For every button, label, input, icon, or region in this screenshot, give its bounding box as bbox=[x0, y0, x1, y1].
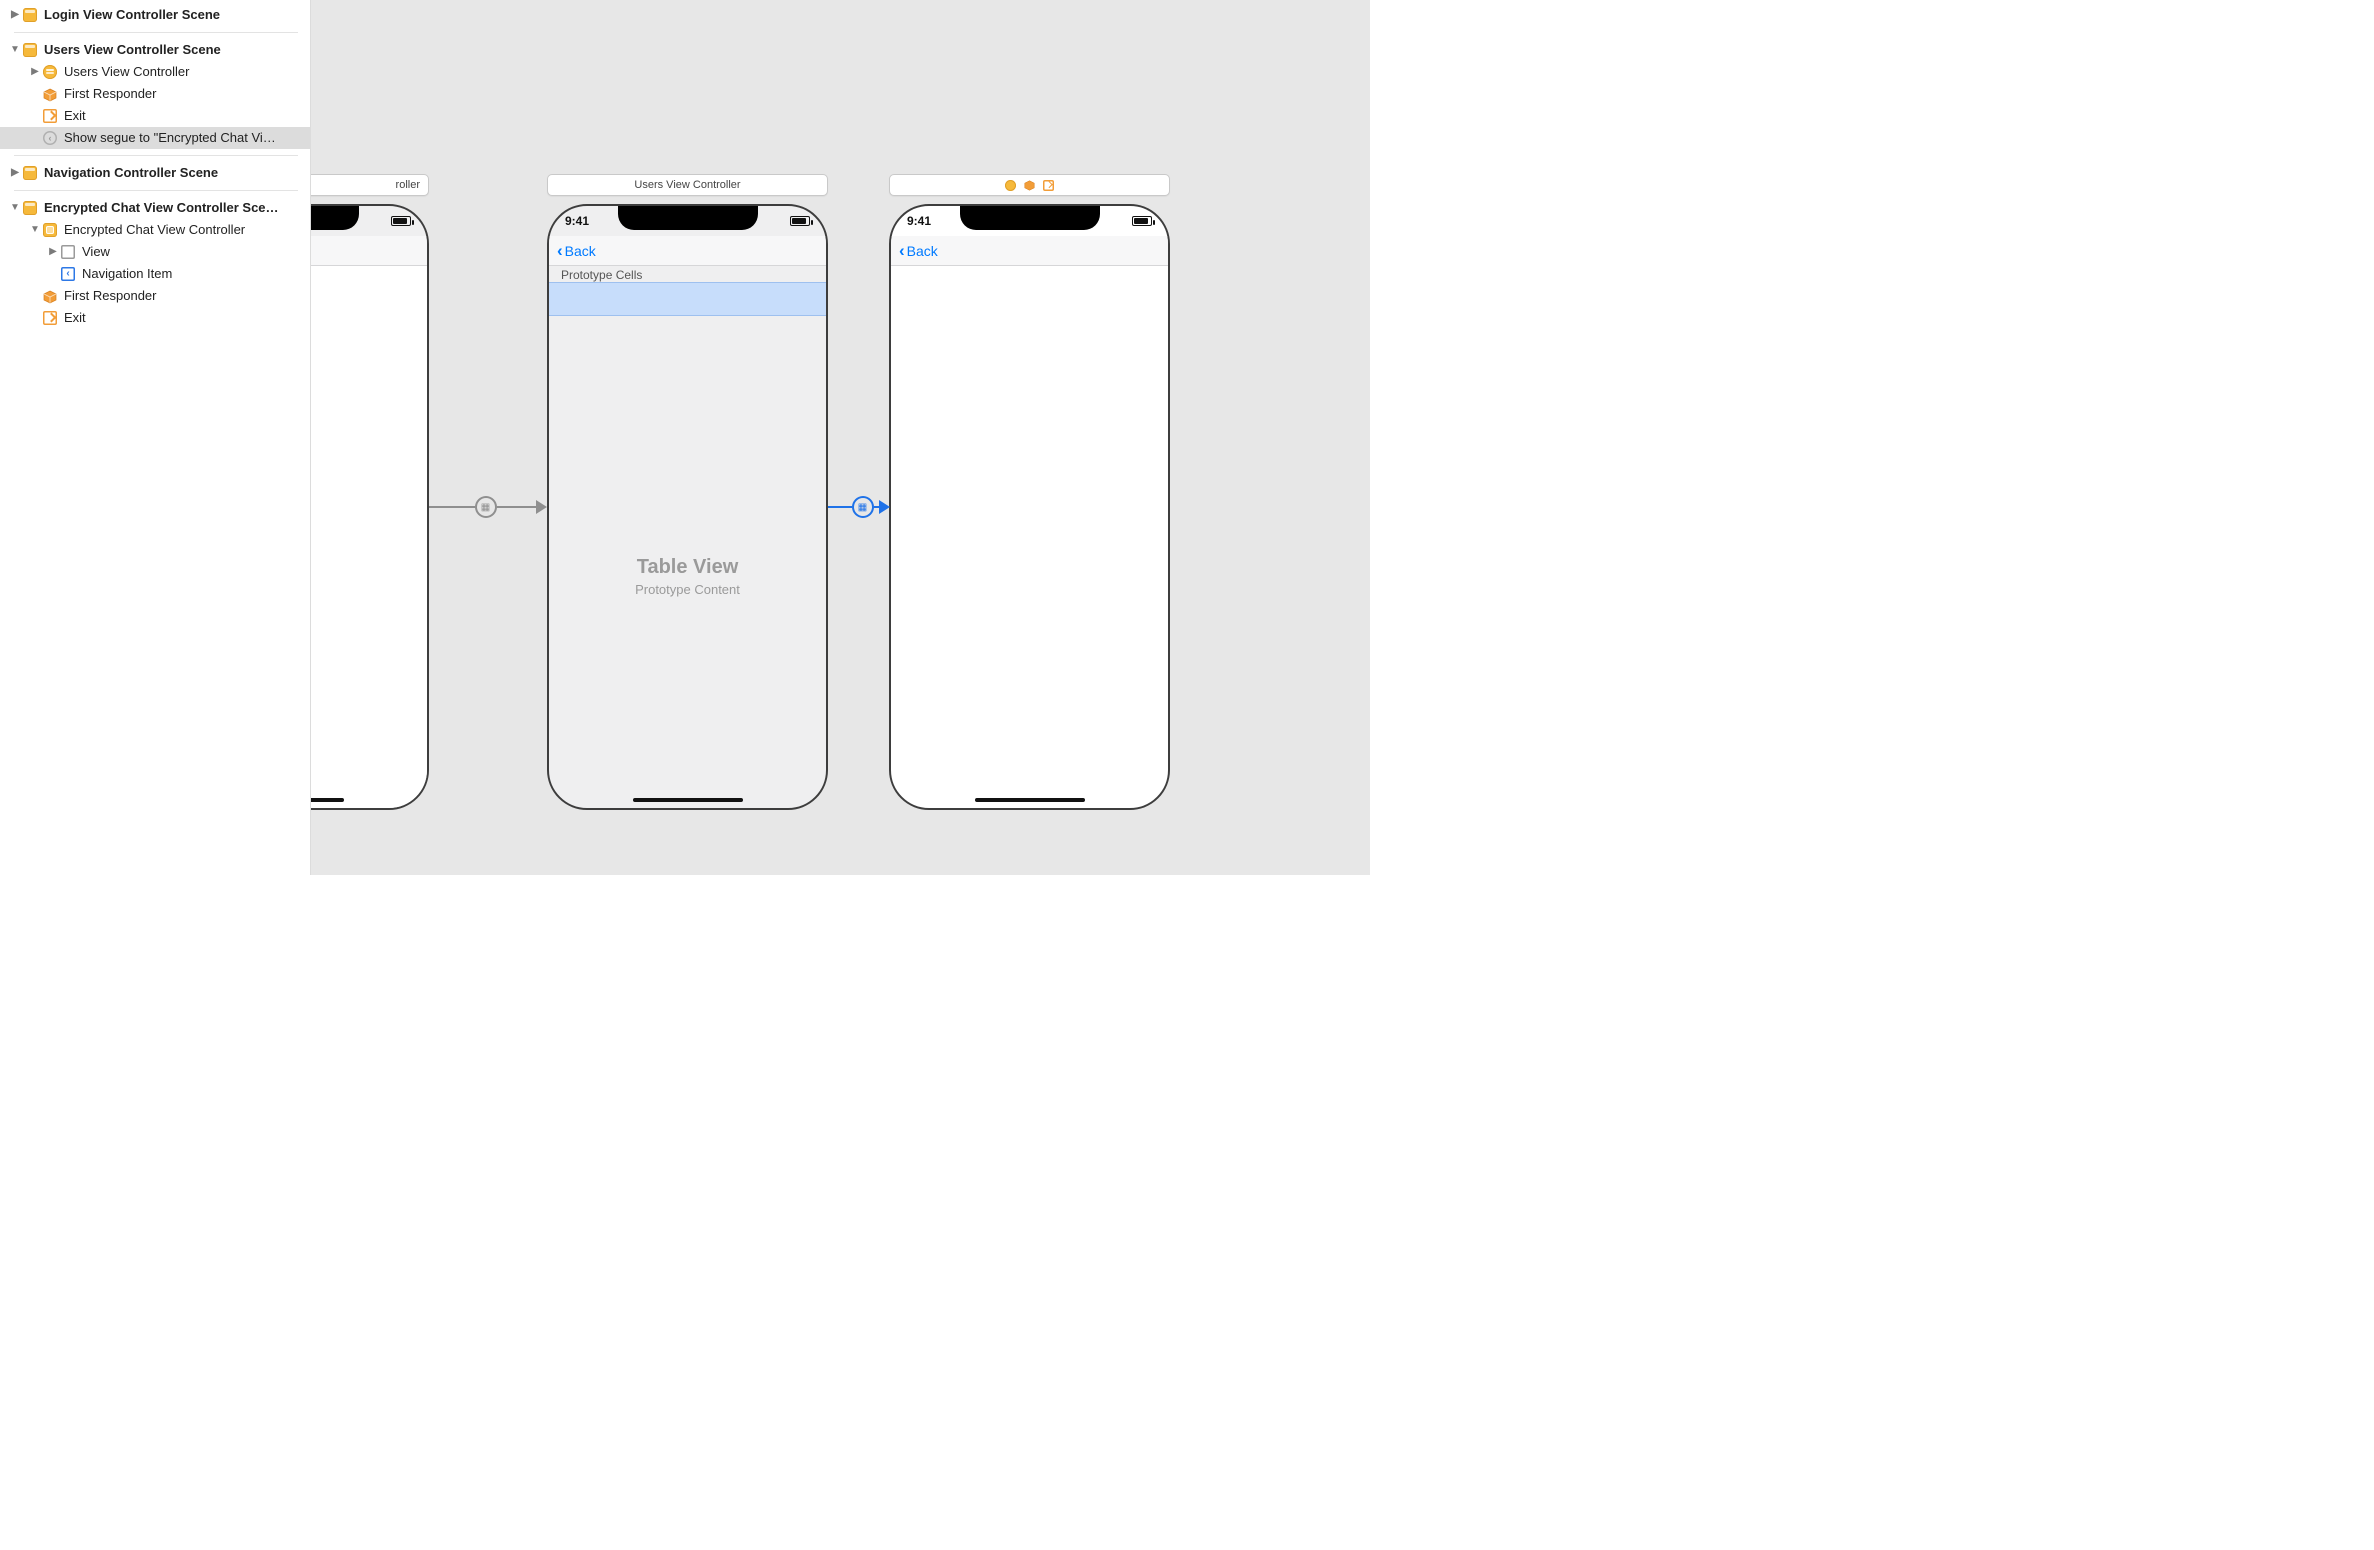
scene-users[interactable]: ▼ Users View Controller Scene bbox=[0, 39, 310, 61]
outline-label: View bbox=[82, 241, 304, 263]
disclosure-triangle-icon[interactable]: ▶ bbox=[28, 61, 42, 83]
scene-titlebar-encrypted[interactable] bbox=[889, 174, 1170, 196]
outline-encrypted-vc[interactable]: ▼ Encrypted Chat View Controller bbox=[0, 219, 310, 241]
battery-icon bbox=[790, 216, 810, 226]
disclosure-triangle-icon[interactable]: ▼ bbox=[28, 219, 42, 241]
outline-exit-2[interactable]: ▶ Exit bbox=[0, 307, 310, 329]
storyboard-scene-icon bbox=[22, 165, 38, 181]
disclosure-triangle-icon[interactable]: ▶ bbox=[8, 4, 22, 26]
device-notch bbox=[618, 206, 758, 230]
outline-label: Navigation Item bbox=[82, 263, 304, 285]
back-button-label[interactable]: Back bbox=[907, 243, 938, 259]
prototype-cell[interactable] bbox=[547, 282, 828, 316]
scene-titlebar-login[interactable]: roller bbox=[311, 174, 429, 196]
battery-icon bbox=[1132, 216, 1152, 226]
document-outline[interactable]: ▶ Login View Controller Scene ▼ Users Vi… bbox=[0, 0, 311, 875]
device-notch bbox=[311, 206, 359, 230]
first-responder-icon bbox=[42, 288, 58, 304]
scene-label: Encrypted Chat View Controller Sce… bbox=[44, 197, 304, 219]
content-area bbox=[311, 266, 427, 808]
storyboard-scene-icon bbox=[22, 200, 38, 216]
outline-first-responder[interactable]: ▶ First Responder bbox=[0, 83, 310, 105]
view-icon bbox=[60, 244, 76, 260]
status-time: 9:41 bbox=[907, 214, 931, 228]
segue-users-to-encrypted[interactable]: ▦ bbox=[828, 495, 890, 519]
storyboard-scene-icon bbox=[22, 7, 38, 23]
outline-label: Encrypted Chat View Controller bbox=[64, 219, 304, 241]
tableview-subtitle: Prototype Content bbox=[549, 582, 826, 597]
phone-login[interactable]: 9:41 bbox=[311, 204, 429, 810]
scene-titlebar-users[interactable]: Users View Controller bbox=[547, 174, 828, 196]
separator bbox=[14, 190, 298, 191]
phone-encrypted-chat[interactable]: 9:41 ‹ Back bbox=[889, 204, 1170, 810]
scene-title-text: Users View Controller bbox=[634, 179, 740, 191]
scene-encrypted-chat[interactable]: ▼ Encrypted Chat View Controller Sce… bbox=[0, 197, 310, 219]
scene-label: Navigation Controller Scene bbox=[44, 162, 304, 184]
outline-label: Users View Controller bbox=[64, 61, 304, 83]
outline-label: Exit bbox=[64, 307, 304, 329]
navigation-bar[interactable]: ‹ Back bbox=[549, 236, 826, 266]
storyboard-canvas[interactable]: roller Users View Controller 9:41 9:41 ‹… bbox=[311, 0, 1370, 875]
battery-icon bbox=[391, 216, 411, 226]
separator bbox=[14, 32, 298, 33]
disclosure-triangle-icon[interactable]: ▶ bbox=[8, 162, 22, 184]
outline-label: First Responder bbox=[64, 83, 304, 105]
outline-label: Exit bbox=[64, 105, 304, 127]
scene-title-text: roller bbox=[396, 179, 420, 191]
navigation-item-icon: ‹ bbox=[60, 266, 76, 282]
back-chevron-icon[interactable]: ‹ bbox=[899, 242, 905, 259]
prototype-cells-label: Prototype Cells bbox=[561, 268, 642, 282]
viewcontroller-icon bbox=[42, 64, 58, 80]
segue-login-to-users[interactable]: ▦ bbox=[429, 495, 547, 519]
navigation-bar bbox=[311, 236, 427, 266]
phone-users[interactable]: 9:41 ‹ Back Prototype Cells Table View P… bbox=[547, 204, 828, 810]
outline-label: Show segue to "Encrypted Chat Vi… bbox=[64, 127, 304, 149]
scene-login[interactable]: ▶ Login View Controller Scene bbox=[0, 4, 310, 26]
home-indicator bbox=[975, 798, 1085, 802]
scene-label: Login View Controller Scene bbox=[44, 4, 304, 26]
disclosure-triangle-icon[interactable]: ▼ bbox=[8, 197, 22, 219]
disclosure-triangle-icon[interactable]: ▼ bbox=[8, 39, 22, 61]
segue-kind-icon: ▦ bbox=[852, 496, 874, 518]
outline-exit[interactable]: ▶ Exit bbox=[0, 105, 310, 127]
navigation-bar[interactable]: ‹ Back bbox=[891, 236, 1168, 266]
viewcontroller-icon[interactable] bbox=[1005, 180, 1016, 191]
device-notch bbox=[960, 206, 1100, 230]
outline-segue[interactable]: ▶ ‹ Show segue to "Encrypted Chat Vi… bbox=[0, 127, 310, 149]
home-indicator bbox=[633, 798, 743, 802]
storyboard-scene-icon bbox=[22, 42, 38, 58]
tableview-title: Table View bbox=[549, 556, 826, 579]
segue-kind-icon: ▦ bbox=[475, 496, 497, 518]
scene-navigation[interactable]: ▶ Navigation Controller Scene bbox=[0, 162, 310, 184]
viewcontroller-icon bbox=[42, 222, 58, 238]
home-indicator bbox=[311, 798, 344, 802]
disclosure-triangle-icon[interactable]: ▶ bbox=[46, 241, 60, 263]
separator bbox=[14, 155, 298, 156]
exit-icon bbox=[42, 310, 58, 326]
outline-users-vc[interactable]: ▶ Users View Controller bbox=[0, 61, 310, 83]
scene-selection-icons bbox=[1005, 180, 1054, 191]
outline-navigation-item[interactable]: ▶ ‹ Navigation Item bbox=[0, 263, 310, 285]
exit-icon bbox=[42, 108, 58, 124]
status-time: 9:41 bbox=[565, 214, 589, 228]
exit-icon[interactable] bbox=[1043, 180, 1054, 191]
outline-view[interactable]: ▶ View bbox=[0, 241, 310, 263]
back-chevron-icon[interactable]: ‹ bbox=[557, 242, 563, 259]
back-button-label[interactable]: Back bbox=[565, 243, 596, 259]
segue-icon: ‹ bbox=[42, 130, 58, 146]
first-responder-icon bbox=[42, 86, 58, 102]
outline-first-responder-2[interactable]: ▶ First Responder bbox=[0, 285, 310, 307]
scene-label: Users View Controller Scene bbox=[44, 39, 304, 61]
first-responder-icon[interactable] bbox=[1024, 180, 1035, 191]
outline-label: First Responder bbox=[64, 285, 304, 307]
